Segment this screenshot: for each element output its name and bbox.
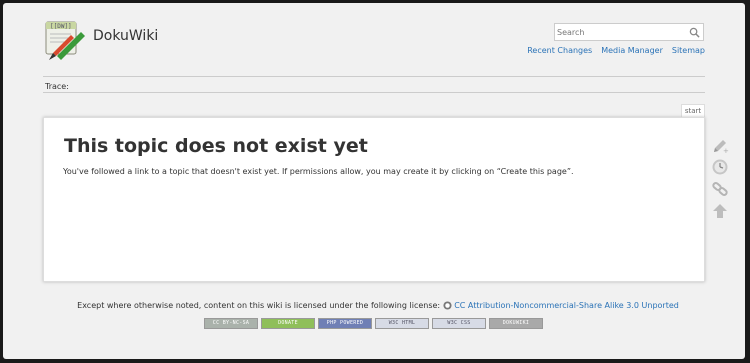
back-to-top-icon[interactable] [711, 202, 729, 220]
wiki-window: [[DW]] DokuWiki Recent Changes Media Man… [3, 3, 745, 359]
footer-badges: CC BY-NC-SA DONATE PHP POWERED W3C HTML … [204, 318, 543, 329]
w3c-html-badge[interactable]: W3C HTML [375, 318, 429, 329]
dokuwiki-logo[interactable]: [[DW]] [41, 16, 87, 62]
php-powered-badge[interactable]: PHP POWERED [318, 318, 372, 329]
top-links: Recent Changes Media Manager Sitemap [527, 46, 705, 55]
dokuwiki-badge[interactable]: DOKUWIKI [489, 318, 543, 329]
recent-changes-link[interactable]: Recent Changes [527, 46, 592, 55]
page-id-tab: start [681, 104, 705, 117]
old-revisions-icon[interactable] [711, 158, 729, 176]
media-manager-link[interactable]: Media Manager [601, 46, 663, 55]
svg-text:[[DW]]: [[DW]] [50, 23, 72, 30]
page-title: This topic does not exist yet [64, 135, 368, 157]
search-input[interactable] [557, 25, 685, 39]
donate-badge[interactable]: DONATE [261, 318, 315, 329]
cc-license-icon [443, 301, 452, 310]
page-content: This topic does not exist yet You've fol… [43, 117, 705, 282]
svg-text:+: + [723, 147, 729, 155]
search-icon[interactable] [689, 27, 700, 38]
license-notice: Except where otherwise noted, content on… [3, 301, 750, 310]
cc-license-badge[interactable]: CC BY-NC-SA [204, 318, 258, 329]
breadcrumb: Trace: [45, 82, 69, 91]
backlinks-icon[interactable] [711, 180, 729, 198]
search-form [554, 23, 704, 41]
sitemap-link[interactable]: Sitemap [672, 46, 705, 55]
create-page-icon[interactable]: + [711, 137, 729, 155]
page-message: You've followed a link to a topic that d… [63, 167, 574, 176]
wiki-title[interactable]: DokuWiki [93, 28, 158, 44]
license-link[interactable]: CC Attribution-Noncommercial-Share Alike… [454, 301, 679, 310]
w3c-css-badge[interactable]: W3C CSS [432, 318, 486, 329]
license-text: Except where otherwise noted, content on… [77, 301, 441, 310]
breadcrumb-divider [43, 92, 705, 93]
header-divider [43, 76, 705, 77]
